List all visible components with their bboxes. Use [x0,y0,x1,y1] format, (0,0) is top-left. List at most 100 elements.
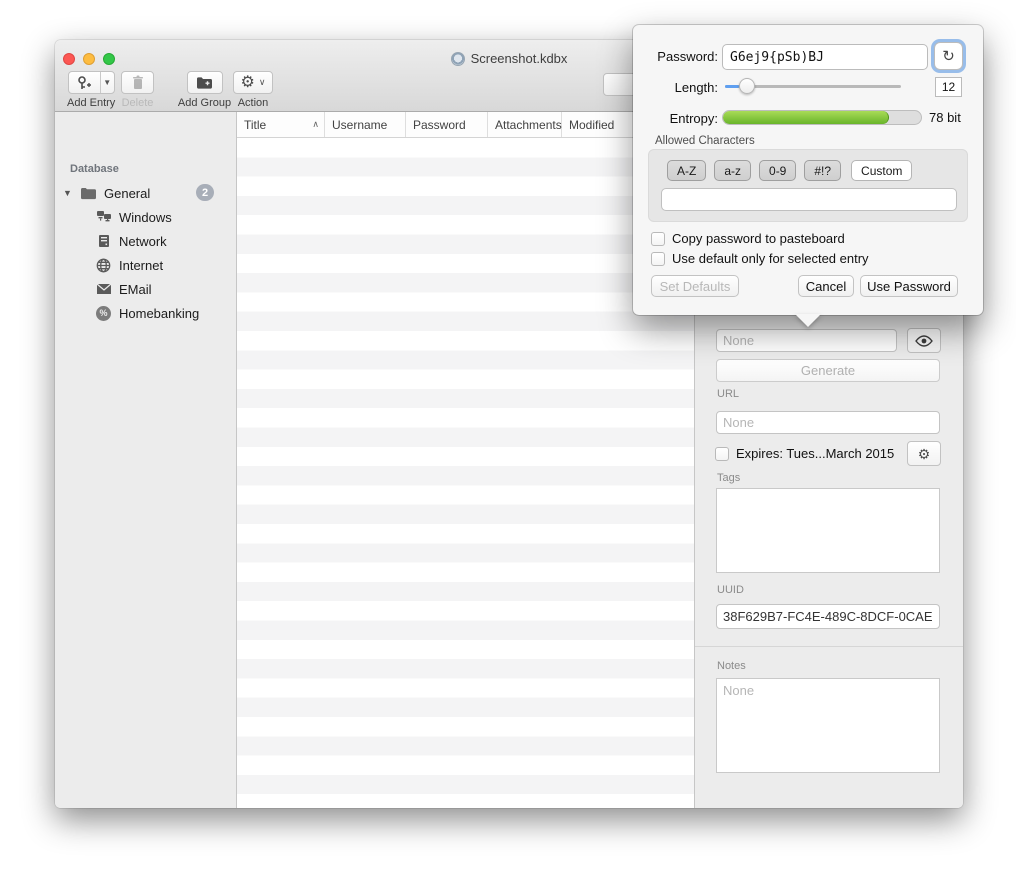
sidebar-item-homebanking[interactable]: % Homebanking [55,302,236,324]
generated-password-field[interactable] [722,44,928,70]
charset-uppercase-button[interactable]: A-Z [667,160,706,181]
percent-icon: % [95,306,112,321]
url-section-label: URL [717,388,739,400]
column-header-password[interactable]: Password [406,112,488,137]
allowed-characters-group: A-Z a-z 0-9 #!? Custom [648,149,968,222]
expires-label: Expires: Tues...March 2015 [736,446,894,461]
server-icon [95,234,112,248]
length-slider-fill [725,85,739,88]
sidebar-item-windows[interactable]: Windows [55,206,236,228]
notes-section-label: Notes [717,660,746,672]
key-plus-icon [69,72,100,93]
sidebar-section-header: Database [70,163,119,175]
tag-token[interactable] [723,497,769,516]
table-header: Title ∧ Username Password Attachments Mo… [237,112,694,138]
toolbar-item-action: ⚙ ∨ Action [233,71,273,109]
sidebar-item-label: Internet [119,258,163,273]
table-body-empty[interactable] [237,138,694,808]
entropy-meter [722,110,922,125]
copy-to-pasteboard-label: Copy password to pasteboard [672,231,845,246]
use-password-button[interactable]: Use Password [860,275,958,297]
length-label: Length: [633,80,718,95]
generate-button[interactable]: Generate [716,359,940,382]
password-field[interactable] [716,329,897,352]
workgroup-icon [95,210,112,224]
notes-field[interactable] [716,678,940,773]
sidebar-item-label: Network [119,234,167,249]
sidebar-item-network[interactable]: Network [55,230,236,252]
set-defaults-button[interactable]: Set Defaults [651,275,739,297]
copy-to-pasteboard-checkbox[interactable] [651,232,665,246]
charset-digits-button[interactable]: 0-9 [759,160,796,181]
sidebar: Database ▼ General 2 Windows Networ [55,112,237,808]
chevron-down-icon[interactable]: ▼ [100,72,114,93]
gear-icon: ⚙ [918,447,931,461]
add-group-label: Add Group [178,97,231,109]
add-entry-label: Add Entry [67,97,115,109]
disclosure-triangle-icon[interactable]: ▼ [63,188,72,198]
regenerate-button[interactable]: ↻ [934,42,963,70]
add-entry-button[interactable]: ▼ [68,71,115,94]
column-header-username[interactable]: Username [325,112,406,137]
gear-icon: ⚙ [241,75,255,91]
uuid-section-label: UUID [717,584,744,596]
window-title: Screenshot.kdbx [471,51,568,66]
reveal-password-button[interactable] [907,328,941,353]
allowed-characters-label: Allowed Characters [655,135,755,147]
folder-icon [80,187,97,200]
folder-plus-icon [196,76,213,90]
generated-password-label: Password: [633,49,718,64]
use-default-label: Use default only for selected entry [672,251,869,266]
charset-lowercase-button[interactable]: a-z [714,160,751,181]
charset-custom-button[interactable]: Custom [851,160,912,181]
column-header-title[interactable]: Title ∧ [237,112,325,137]
uuid-field[interactable] [716,604,940,629]
cancel-button[interactable]: Cancel [798,275,854,297]
sidebar-item-general[interactable]: ▼ General 2 [55,182,236,204]
toolbar-item-add-entry: ▼ Add Entry [67,71,115,109]
popover-arrow [795,314,821,327]
password-generator-popover: Password: ↻ Length: Entropy: 78 bit Allo… [633,25,983,315]
action-label: Action [238,97,269,109]
toolbar-item-delete: Delete [121,71,154,109]
expires-checkbox[interactable] [715,447,729,461]
expires-settings-button[interactable]: ⚙ [907,441,941,466]
use-default-checkbox[interactable] [651,252,665,266]
use-default-option: Use default only for selected entry [651,251,869,266]
charset-symbols-button[interactable]: #!? [804,160,841,181]
copy-to-pasteboard-option: Copy password to pasteboard [651,231,845,246]
entry-count-badge: 2 [196,184,214,201]
column-header-attachments[interactable]: Attachments [488,112,562,137]
sidebar-item-label: Windows [119,210,172,225]
sidebar-item-label: EMail [119,282,152,297]
delete-button[interactable] [121,71,154,94]
sidebar-item-internet[interactable]: Internet [55,254,236,276]
entropy-value: 78 bit [929,110,961,125]
expires-row: Expires: Tues...March 2015 [715,446,894,461]
length-slider-knob[interactable] [739,78,755,94]
action-button[interactable]: ⚙ ∨ [233,71,273,94]
trash-icon [131,75,145,90]
sort-ascending-icon: ∧ [312,119,319,130]
entry-table: Title ∧ Username Password Attachments Mo… [237,112,695,808]
refresh-icon: ↻ [942,47,955,65]
envelope-icon [95,283,112,295]
toolbar-item-add-group: Add Group [167,71,242,109]
length-slider[interactable] [725,85,901,88]
delete-label: Delete [122,97,154,109]
sidebar-item-label: Homebanking [119,306,199,321]
entropy-meter-fill [723,111,889,124]
tags-section-label: Tags [717,472,740,484]
entropy-label: Entropy: [633,111,718,126]
chevron-down-icon: ∨ [259,77,266,88]
document-icon [451,52,465,66]
eye-icon [915,335,933,347]
globe-icon [95,258,112,273]
length-value-field[interactable] [935,77,962,97]
custom-characters-field[interactable] [661,188,957,211]
sidebar-item-email[interactable]: EMail [55,278,236,300]
url-field[interactable] [716,411,940,434]
add-group-button[interactable] [187,71,223,94]
sidebar-item-label: General [104,186,150,201]
tags-field[interactable] [716,488,940,573]
